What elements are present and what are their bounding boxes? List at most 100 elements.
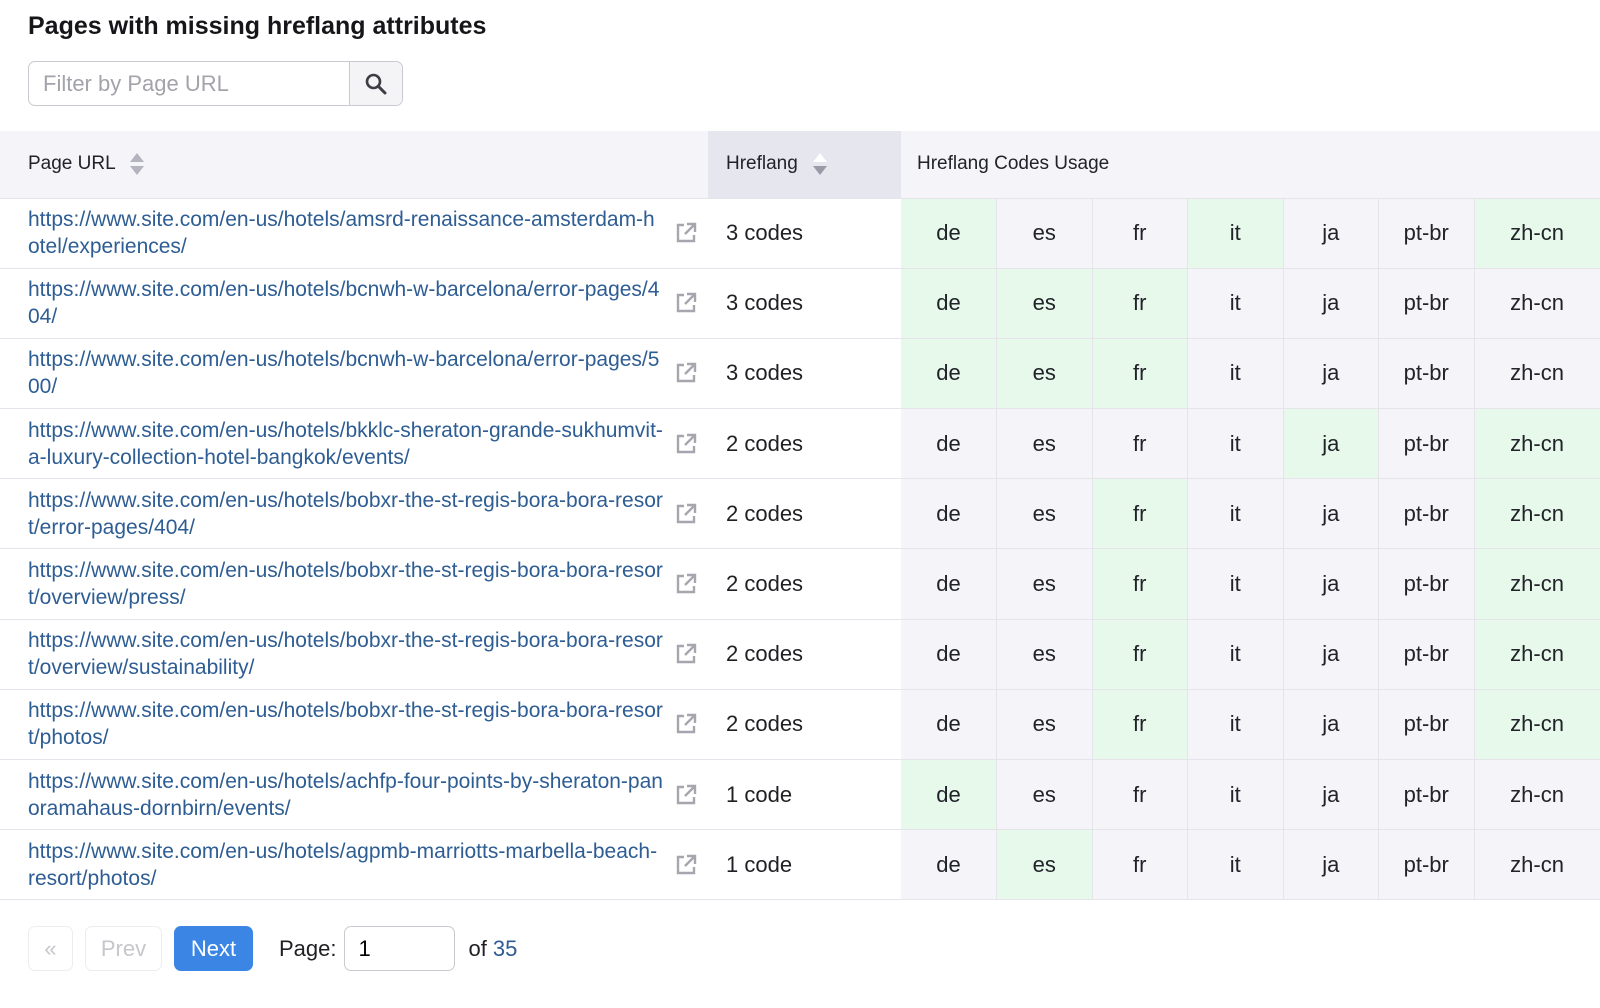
- url-wrap: https://www.site.com/en-us/hotels/bcnwh-…: [28, 346, 708, 400]
- hreflang-code-pt-br-unused: pt-br: [1378, 759, 1475, 831]
- filter-input[interactable]: [29, 62, 349, 105]
- column-header-label: Page URL: [28, 153, 115, 175]
- page-url-cell: https://www.site.com/en-us/hotels/bobxr-…: [0, 619, 708, 690]
- hreflang-code-zh-cn-unused: zh-cn: [1474, 338, 1600, 410]
- page-url-link[interactable]: https://www.site.com/en-us/hotels/amsrd-…: [28, 206, 664, 260]
- page-url-link[interactable]: https://www.site.com/en-us/hotels/bobxr-…: [28, 557, 664, 611]
- of-label: of: [468, 935, 487, 961]
- hreflang-code-ja-unused: ja: [1283, 338, 1379, 410]
- hreflang-code-fr-used: fr: [1092, 338, 1188, 410]
- hreflang-count: 2 codes: [708, 478, 901, 550]
- hreflang-code-ja-unused: ja: [1283, 759, 1379, 831]
- hreflang-code-es-unused: es: [996, 759, 1093, 831]
- page-title: Pages with missing hreflang attributes: [28, 12, 487, 40]
- hreflang-code-pt-br-unused: pt-br: [1378, 689, 1475, 761]
- hreflang-code-de-unused: de: [901, 689, 997, 761]
- hreflang-code-es-unused: es: [996, 689, 1093, 761]
- hreflang-code-it-unused: it: [1187, 408, 1284, 480]
- hreflang-code-ja-unused: ja: [1283, 689, 1379, 761]
- hreflang-code-fr-used: fr: [1092, 689, 1188, 761]
- hreflang-code-ja-used: ja: [1283, 408, 1379, 480]
- external-link-icon[interactable]: [664, 221, 708, 245]
- sort-descending-icon[interactable]: [813, 152, 828, 176]
- hreflang-code-it-unused: it: [1187, 829, 1284, 901]
- hreflang-code-it-unused: it: [1187, 689, 1284, 761]
- external-link-icon[interactable]: [664, 853, 708, 877]
- first-page-button[interactable]: «: [28, 926, 73, 971]
- url-wrap: https://www.site.com/en-us/hotels/achfp-…: [28, 768, 708, 822]
- column-header-label: Hreflang Codes Usage: [917, 153, 1110, 175]
- page-label: Page:: [279, 935, 337, 961]
- hreflang-code-es-unused: es: [996, 619, 1093, 690]
- table-row: https://www.site.com/en-us/hotels/achfp-…: [0, 759, 1600, 831]
- hreflang-code-es-unused: es: [996, 548, 1093, 620]
- url-wrap: https://www.site.com/en-us/hotels/bobxr-…: [28, 487, 708, 541]
- page-url-cell: https://www.site.com/en-us/hotels/bcnwh-…: [0, 338, 708, 410]
- hreflang-code-fr-unused: fr: [1092, 829, 1188, 901]
- page-url-link[interactable]: https://www.site.com/en-us/hotels/achfp-…: [28, 768, 664, 822]
- hreflang-code-ja-unused: ja: [1283, 548, 1379, 620]
- url-wrap: https://www.site.com/en-us/hotels/bobxr-…: [28, 627, 708, 681]
- hreflang-code-es-unused: es: [996, 198, 1093, 269]
- table-header-row: Page URL Hreflang Hreflang Codes Usage: [0, 131, 1600, 199]
- hreflang-code-zh-cn-used: zh-cn: [1474, 408, 1600, 480]
- hreflang-count: 1 code: [708, 829, 901, 901]
- hreflang-code-fr-used: fr: [1092, 548, 1188, 620]
- column-header-page-url[interactable]: Page URL: [0, 131, 708, 199]
- hreflang-code-ja-unused: ja: [1283, 619, 1379, 690]
- hreflang-code-ja-unused: ja: [1283, 268, 1379, 339]
- page-url-cell: https://www.site.com/en-us/hotels/achfp-…: [0, 759, 708, 831]
- table-row: https://www.site.com/en-us/hotels/amsrd-…: [0, 198, 1600, 269]
- table-row: https://www.site.com/en-us/hotels/bkklc-…: [0, 408, 1600, 480]
- url-wrap: https://www.site.com/en-us/hotels/bobxr-…: [28, 697, 708, 751]
- hreflang-count: 3 codes: [708, 338, 901, 410]
- hreflang-code-zh-cn-used: zh-cn: [1474, 478, 1600, 550]
- sort-icon[interactable]: [130, 152, 145, 176]
- hreflang-code-pt-br-unused: pt-br: [1378, 408, 1475, 480]
- table-row: https://www.site.com/en-us/hotels/bobxr-…: [0, 548, 1600, 620]
- external-link-icon[interactable]: [664, 432, 708, 456]
- external-link-icon[interactable]: [664, 783, 708, 807]
- page-url-link[interactable]: https://www.site.com/en-us/hotels/bobxr-…: [28, 697, 664, 751]
- external-link-icon[interactable]: [664, 291, 708, 315]
- prev-page-button[interactable]: Prev: [85, 926, 162, 971]
- hreflang-code-it-unused: it: [1187, 478, 1284, 550]
- page-url-link[interactable]: https://www.site.com/en-us/hotels/bcnwh-…: [28, 276, 664, 330]
- page-url-link[interactable]: https://www.site.com/en-us/hotels/bobxr-…: [28, 487, 664, 541]
- page-url-link[interactable]: https://www.site.com/en-us/hotels/bcnwh-…: [28, 346, 664, 400]
- hreflang-table: Page URL Hreflang Hreflang Codes Usage h…: [0, 131, 1600, 901]
- page-url-cell: https://www.site.com/en-us/hotels/bcnwh-…: [0, 268, 708, 339]
- hreflang-code-pt-br-unused: pt-br: [1378, 338, 1475, 410]
- external-link-icon[interactable]: [664, 712, 708, 736]
- hreflang-code-it-used: it: [1187, 198, 1284, 269]
- external-link-icon[interactable]: [664, 502, 708, 526]
- column-header-hreflang[interactable]: Hreflang: [708, 131, 901, 199]
- external-link-icon[interactable]: [664, 572, 708, 596]
- hreflang-code-zh-cn-used: zh-cn: [1474, 619, 1600, 690]
- page-url-link[interactable]: https://www.site.com/en-us/hotels/agpmb-…: [28, 838, 664, 892]
- page-url-link[interactable]: https://www.site.com/en-us/hotels/bkklc-…: [28, 417, 664, 471]
- external-link-icon[interactable]: [664, 642, 708, 666]
- total-pages: 35: [492, 935, 518, 961]
- page-url-link[interactable]: https://www.site.com/en-us/hotels/bobxr-…: [28, 627, 664, 681]
- hreflang-code-ja-unused: ja: [1283, 478, 1379, 550]
- hreflang-code-zh-cn-used: zh-cn: [1474, 689, 1600, 761]
- page-url-cell: https://www.site.com/en-us/hotels/bkklc-…: [0, 408, 708, 480]
- table-row: https://www.site.com/en-us/hotels/bobxr-…: [0, 689, 1600, 761]
- hreflang-code-zh-cn-unused: zh-cn: [1474, 829, 1600, 901]
- hreflang-count: 2 codes: [708, 689, 901, 761]
- hreflang-count: 1 code: [708, 759, 901, 831]
- url-filter: [28, 61, 403, 106]
- external-link-icon[interactable]: [664, 361, 708, 385]
- next-page-button[interactable]: Next: [174, 926, 253, 971]
- hreflang-code-es-used: es: [996, 268, 1093, 339]
- page-number-input[interactable]: [343, 926, 455, 971]
- hreflang-code-ja-unused: ja: [1283, 198, 1379, 269]
- hreflang-code-fr-unused: fr: [1092, 198, 1188, 269]
- hreflang-count: 3 codes: [708, 198, 901, 269]
- hreflang-code-zh-cn-unused: zh-cn: [1474, 759, 1600, 831]
- hreflang-code-fr-used: fr: [1092, 268, 1188, 339]
- search-button[interactable]: [349, 62, 402, 105]
- hreflang-code-de-used: de: [901, 268, 997, 339]
- url-wrap: https://www.site.com/en-us/hotels/agpmb-…: [28, 838, 708, 892]
